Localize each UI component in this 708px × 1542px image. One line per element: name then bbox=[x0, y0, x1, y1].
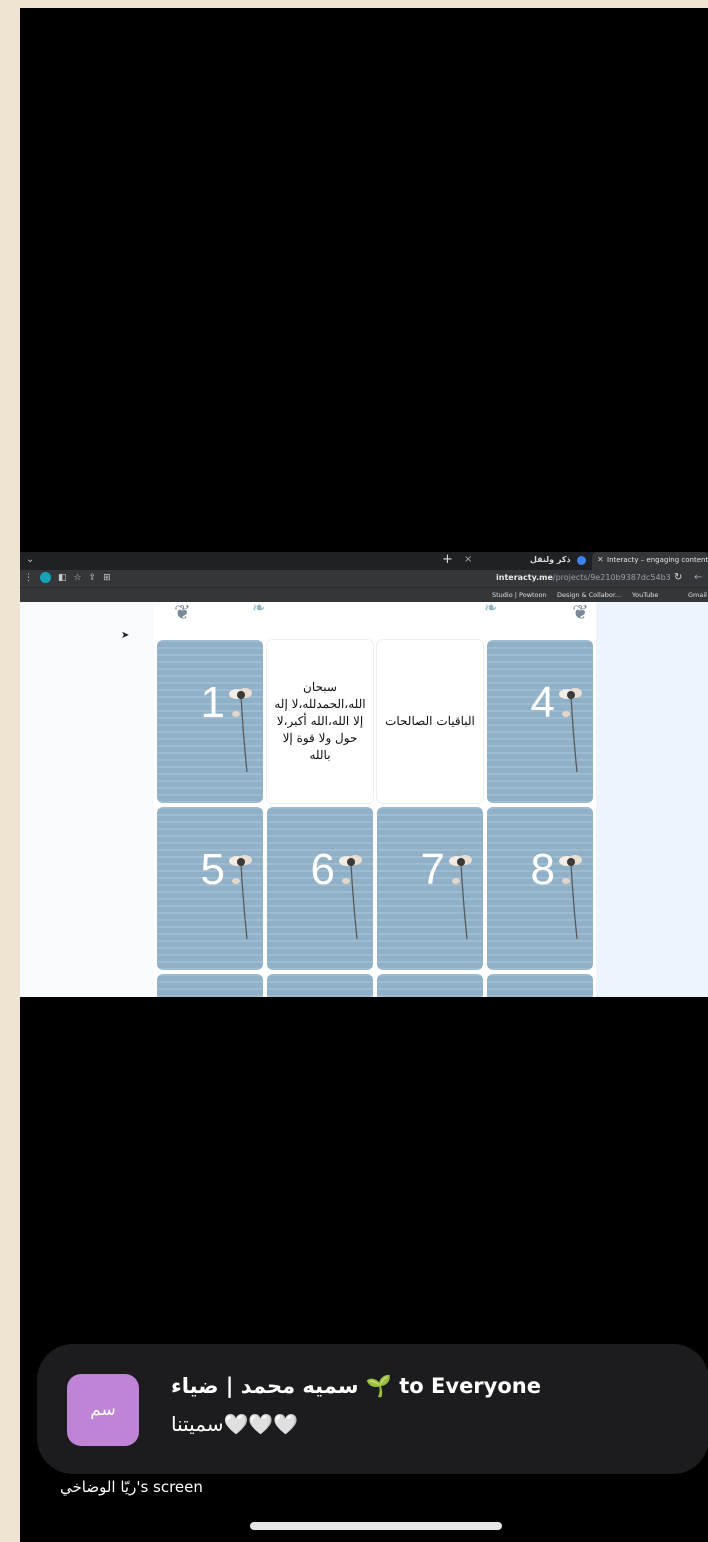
card-4[interactable]: 4 bbox=[487, 640, 593, 803]
card-12[interactable]: 12 bbox=[487, 974, 593, 997]
notification-body: سميتنا🤍🤍🤍 bbox=[171, 1412, 299, 1436]
leaf-decoration-icon: ❧ bbox=[252, 602, 266, 617]
web-page-content: ➤ ❦ ❧ ❧ ❦ 1 سبحان الله،الحمدلله،لا إله إ… bbox=[20, 602, 708, 997]
card-text: الباقيات الصالحات bbox=[385, 714, 475, 728]
card-6[interactable]: 6 bbox=[267, 807, 373, 970]
notification-title: سميه محمد | ضياء 🌱 to Everyone bbox=[171, 1374, 541, 1398]
flower-icon bbox=[559, 688, 582, 773]
card-number: 8 bbox=[530, 845, 555, 894]
card-3[interactable]: الباقيات الصالحات bbox=[377, 640, 483, 803]
flower-icon bbox=[339, 855, 362, 940]
card-number: 1 bbox=[200, 678, 225, 727]
chat-notification[interactable]: سم سميه محمد | ضياء 🌱 to Everyone سميتنا… bbox=[37, 1344, 708, 1474]
branch-decoration-icon: ❦ bbox=[174, 602, 191, 624]
address-bar: ⋮ ◧ ☆ ⇪ ⊞ interacty.me/projects/9e210b93… bbox=[20, 570, 708, 587]
close-tab-icon[interactable]: ✕ bbox=[597, 555, 604, 564]
extensions-icon[interactable]: ⊞ bbox=[103, 573, 111, 583]
avatar: سم bbox=[67, 1374, 139, 1446]
left-pane bbox=[20, 602, 154, 997]
card-2[interactable]: سبحان الله،الحمدلله،لا إله إلا الله،الله… bbox=[267, 640, 373, 803]
home-indicator[interactable] bbox=[250, 1522, 502, 1530]
reload-icon[interactable]: ↻ bbox=[674, 572, 682, 583]
tab-search-chevron-icon[interactable]: ⌄ bbox=[26, 554, 34, 565]
menu-kebab-icon[interactable]: ⋮ bbox=[24, 573, 33, 583]
card-11[interactable]: 11 bbox=[377, 974, 483, 997]
bookmarks-bar: Studio | Powtoon Design & Collabor... Yo… bbox=[20, 587, 708, 603]
interacty-board: ❦ ❧ ❧ ❦ 1 سبحان الله،الحمدلله،لا إله إلا… bbox=[154, 602, 596, 997]
meeting-stage: ⌄ + × ذكر ولنقل ✕ Interacty – engaging c… bbox=[20, 8, 708, 1542]
tab-dhikr[interactable]: ذكر ولنقل bbox=[530, 555, 571, 564]
card-number: 6 bbox=[310, 845, 335, 894]
back-arrow-icon[interactable]: ← bbox=[694, 572, 702, 583]
screen-share-label: ريّا الوضاخي's screen bbox=[60, 1478, 203, 1496]
toolbar-icons: ⋮ ◧ ☆ ⇪ ⊞ bbox=[24, 572, 111, 583]
card-7[interactable]: 7 bbox=[377, 807, 483, 970]
close-tab-icon[interactable]: × bbox=[464, 554, 472, 565]
leaf-decoration-icon: ❧ bbox=[484, 602, 498, 617]
profile-avatar-icon[interactable] bbox=[40, 572, 51, 583]
card-8[interactable]: 8 bbox=[487, 807, 593, 970]
new-tab-icon[interactable]: + bbox=[442, 552, 453, 567]
bookmark-gmail[interactable]: Gmail bbox=[688, 591, 707, 599]
card-number: 4 bbox=[530, 678, 555, 727]
url-host: interacty.me bbox=[496, 573, 553, 582]
card-number: 7 bbox=[420, 845, 445, 894]
card-5[interactable]: 5 bbox=[157, 807, 263, 970]
tab-interacty[interactable]: ✕ Interacty – engaging content | bbox=[592, 552, 708, 570]
bookmark-powtoon[interactable]: Studio | Powtoon bbox=[492, 591, 547, 599]
url-field[interactable]: interacty.me/projects/9e210b9387dc54b3 bbox=[496, 573, 671, 582]
star-icon[interactable]: ☆ bbox=[74, 573, 82, 583]
mouse-cursor-icon: ➤ bbox=[121, 630, 130, 641]
url-path: /projects/9e210b9387dc54b3 bbox=[552, 573, 671, 582]
card-text: سبحان الله،الحمدلله،لا إله إلا الله،الله… bbox=[274, 680, 366, 762]
share-icon[interactable]: ⇪ bbox=[89, 573, 97, 583]
card-number: 5 bbox=[200, 845, 225, 894]
bookmark-design[interactable]: Design & Collabor... bbox=[557, 591, 621, 599]
flower-icon bbox=[449, 855, 472, 940]
tab-bar: ⌄ + × ذكر ولنقل ✕ Interacty – engaging c… bbox=[20, 552, 708, 570]
branch-decoration-icon: ❦ bbox=[572, 602, 589, 624]
flower-icon bbox=[559, 855, 582, 940]
tab-interacty-label: Interacty – engaging content | bbox=[607, 556, 708, 564]
bookmark-youtube[interactable]: YouTube bbox=[632, 591, 658, 599]
tab-favicon-icon bbox=[577, 556, 586, 565]
card-10[interactable]: 10 bbox=[267, 974, 373, 997]
flower-icon bbox=[229, 855, 252, 940]
card-9[interactable]: 9 bbox=[157, 974, 263, 997]
shared-browser-window: ⌄ + × ذكر ولنقل ✕ Interacty – engaging c… bbox=[20, 552, 708, 997]
flower-icon bbox=[229, 688, 252, 773]
sidebar-icon[interactable]: ◧ bbox=[58, 573, 67, 583]
card-1[interactable]: 1 bbox=[157, 640, 263, 803]
